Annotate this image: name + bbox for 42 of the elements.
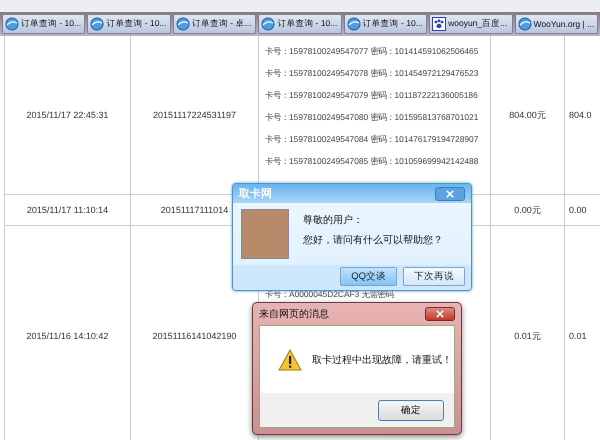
- table-cell-text: 804.0: [568, 109, 593, 122]
- taskbar-tab[interactable]: WooYun.org | ...: [514, 14, 598, 34]
- globe-icon: [5, 17, 19, 31]
- close-icon: [436, 310, 444, 318]
- taskbar-tab[interactable]: wooyun_百度...: [429, 14, 513, 34]
- table-cell: 804.00元: [491, 36, 565, 194]
- card-entry: 卡号：15978100249547077 密码：101414591062506465: [265, 45, 478, 58]
- card-entry: 卡号：15978100249547084 密码：101476179194728907: [265, 133, 478, 146]
- dialog-title: 来自网页的消息: [259, 308, 329, 321]
- taskbar-tab[interactable]: 订单查询 - 卓...: [172, 14, 256, 34]
- globe-icon: [90, 17, 104, 31]
- table-cell: 2015/11/17 11:10:14: [5, 195, 131, 225]
- globe-icon: [176, 17, 190, 31]
- taskbar-tab[interactable]: 订单查询 - 10...: [258, 14, 342, 34]
- table-cell: 0.01元: [491, 226, 565, 440]
- warning-icon: [278, 348, 302, 370]
- globe-icon: [346, 17, 361, 31]
- close-icon: [446, 190, 454, 198]
- taskbar-tab[interactable]: 订单查询 - 10...: [87, 14, 171, 34]
- taskbar-tab[interactable]: 订单查询 - 10...: [2, 14, 86, 34]
- table-cell: 0.00元: [491, 195, 565, 225]
- close-button[interactable]: [425, 307, 455, 321]
- table-cell: 2015/11/16 14:10:42: [5, 226, 131, 440]
- close-button[interactable]: [435, 186, 465, 200]
- card-entry: 卡号：15978100249547080 密码：101595813768701021: [265, 111, 478, 124]
- table-cell-text: 0.00: [568, 204, 588, 217]
- popup-button[interactable]: 下次再说: [403, 267, 465, 286]
- card-entry: 卡号：15978100249547079 密码：101187222136005186: [265, 89, 478, 102]
- globe-icon: [261, 17, 276, 31]
- card-entry: 卡号：15978100249547085 密码：101059699942142488: [265, 155, 478, 168]
- taskbar-tab[interactable]: 订单查询 - 10...: [344, 14, 428, 34]
- card-entry: 卡号：15978100249547078 密码：101454972129476523: [265, 67, 478, 80]
- ok-button[interactable]: 确定: [378, 400, 444, 420]
- alert-message: 取卡过程中出现故障，请重试！: [312, 354, 452, 366]
- message-text: 您好，请问有什么可以帮助您？: [303, 234, 443, 247]
- table-cell-text: 0.01: [568, 330, 588, 343]
- greeting-text: 尊敬的用户：: [303, 214, 364, 227]
- table-cell: 2015/11/17 22:45:31: [5, 36, 131, 194]
- popup-button[interactable]: QQ交谈: [340, 267, 397, 286]
- photo-placeholder: [241, 209, 289, 259]
- paw-icon: [432, 17, 446, 31]
- globe-icon: [518, 17, 532, 31]
